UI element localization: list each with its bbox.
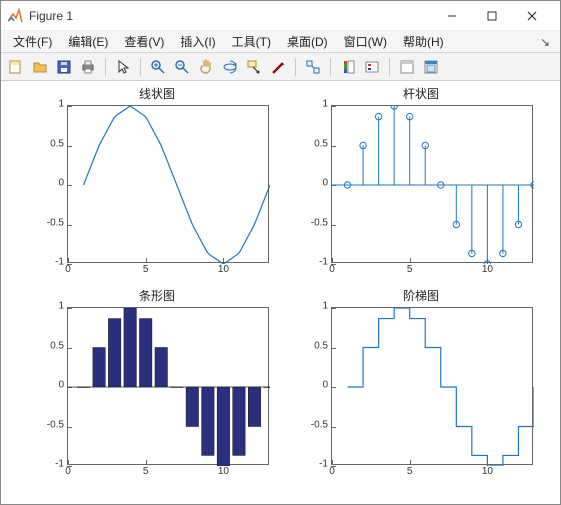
zoom-out-icon[interactable] bbox=[171, 56, 193, 78]
menu-window[interactable]: 窗口(W) bbox=[336, 31, 395, 52]
print-icon[interactable] bbox=[77, 56, 99, 78]
menu-edit[interactable]: 编辑(E) bbox=[60, 31, 116, 52]
titlebar: Figure 1 bbox=[1, 1, 560, 31]
minimize-button[interactable] bbox=[432, 1, 472, 31]
pan-icon[interactable] bbox=[195, 56, 217, 78]
ytick-label: 0 bbox=[58, 380, 68, 391]
ytick-label: 1 bbox=[58, 301, 68, 312]
window-title: Figure 1 bbox=[29, 9, 73, 23]
dock-icon[interactable] bbox=[420, 56, 442, 78]
ytick-label: 1 bbox=[322, 99, 332, 110]
toolbar-separator bbox=[105, 58, 106, 76]
axes[interactable]: -1-0.500.510510 bbox=[331, 105, 533, 263]
data-cursor-icon[interactable] bbox=[243, 56, 265, 78]
ytick-label: 0.5 bbox=[314, 138, 332, 149]
figure-area: 线状图 -1-0.500.510510 杆状图 -1-0.500.510510 条形图 -… bbox=[1, 81, 560, 504]
plot-canvas bbox=[68, 106, 270, 264]
subplot-title: 阶梯图 bbox=[301, 287, 541, 304]
ytick-label: 0 bbox=[322, 380, 332, 391]
ytick-label: 0 bbox=[322, 178, 332, 189]
toolbar-separator bbox=[330, 58, 331, 76]
subplot-2[interactable]: 杆状图-1-0.500.510510 bbox=[301, 101, 541, 281]
hide-tools-icon[interactable] bbox=[396, 56, 418, 78]
menu-help[interactable]: 帮助(H) bbox=[395, 31, 452, 52]
menu-desktop[interactable]: 桌面(D) bbox=[279, 31, 336, 52]
brush-icon[interactable] bbox=[267, 56, 289, 78]
ytick-label: 0.5 bbox=[50, 138, 68, 149]
ytick-label: -0.5 bbox=[47, 217, 68, 228]
menubar-overflow-icon[interactable]: ↘ bbox=[534, 35, 556, 49]
toolbar-separator bbox=[140, 58, 141, 76]
subplot-1[interactable]: 线状图-1-0.500.510510 bbox=[37, 101, 277, 281]
ytick-label: -0.5 bbox=[311, 217, 332, 228]
ytick-label: 1 bbox=[58, 99, 68, 110]
menu-insert[interactable]: 插入(I) bbox=[172, 31, 223, 52]
subplot-4[interactable]: 阶梯图-1-0.500.510510 bbox=[301, 303, 541, 483]
subplot-title: 线状图 bbox=[37, 85, 277, 102]
plot-canvas bbox=[332, 308, 534, 466]
ytick-label: 0.5 bbox=[50, 340, 68, 351]
plot-canvas bbox=[332, 106, 534, 264]
axes[interactable]: -1-0.500.510510 bbox=[331, 307, 533, 465]
link-axes-icon[interactable] bbox=[302, 56, 324, 78]
matlab-logo-icon bbox=[7, 8, 23, 24]
ytick-label: 1 bbox=[322, 301, 332, 312]
new-figure-icon[interactable] bbox=[5, 56, 27, 78]
maximize-button[interactable] bbox=[472, 1, 512, 31]
toolbar-separator bbox=[295, 58, 296, 76]
insert-colorbar-icon[interactable] bbox=[337, 56, 359, 78]
axes[interactable]: -1-0.500.510510 bbox=[67, 105, 269, 263]
ytick-label: -0.5 bbox=[47, 419, 68, 430]
menu-file[interactable]: 文件(F) bbox=[5, 31, 60, 52]
toolbar-separator bbox=[389, 58, 390, 76]
ytick-label: -0.5 bbox=[311, 419, 332, 430]
zoom-in-icon[interactable] bbox=[147, 56, 169, 78]
insert-legend-icon[interactable] bbox=[361, 56, 383, 78]
subplot-title: 杆状图 bbox=[301, 85, 541, 102]
pointer-icon[interactable] bbox=[112, 56, 134, 78]
toolbar bbox=[1, 53, 560, 81]
subplot-title: 条形图 bbox=[37, 287, 277, 304]
ytick-label: 0 bbox=[58, 178, 68, 189]
subplot-3[interactable]: 条形图-1-0.500.510510 bbox=[37, 303, 277, 483]
menu-view[interactable]: 查看(V) bbox=[116, 31, 172, 52]
plot-canvas bbox=[68, 308, 270, 466]
close-button[interactable] bbox=[512, 1, 552, 31]
rotate3d-icon[interactable] bbox=[219, 56, 241, 78]
axes[interactable]: -1-0.500.510510 bbox=[67, 307, 269, 465]
save-icon[interactable] bbox=[53, 56, 75, 78]
menu-tools[interactable]: 工具(T) bbox=[224, 31, 279, 52]
open-icon[interactable] bbox=[29, 56, 51, 78]
menubar: 文件(F) 编辑(E) 查看(V) 插入(I) 工具(T) 桌面(D) 窗口(W… bbox=[1, 31, 560, 53]
ytick-label: 0.5 bbox=[314, 340, 332, 351]
